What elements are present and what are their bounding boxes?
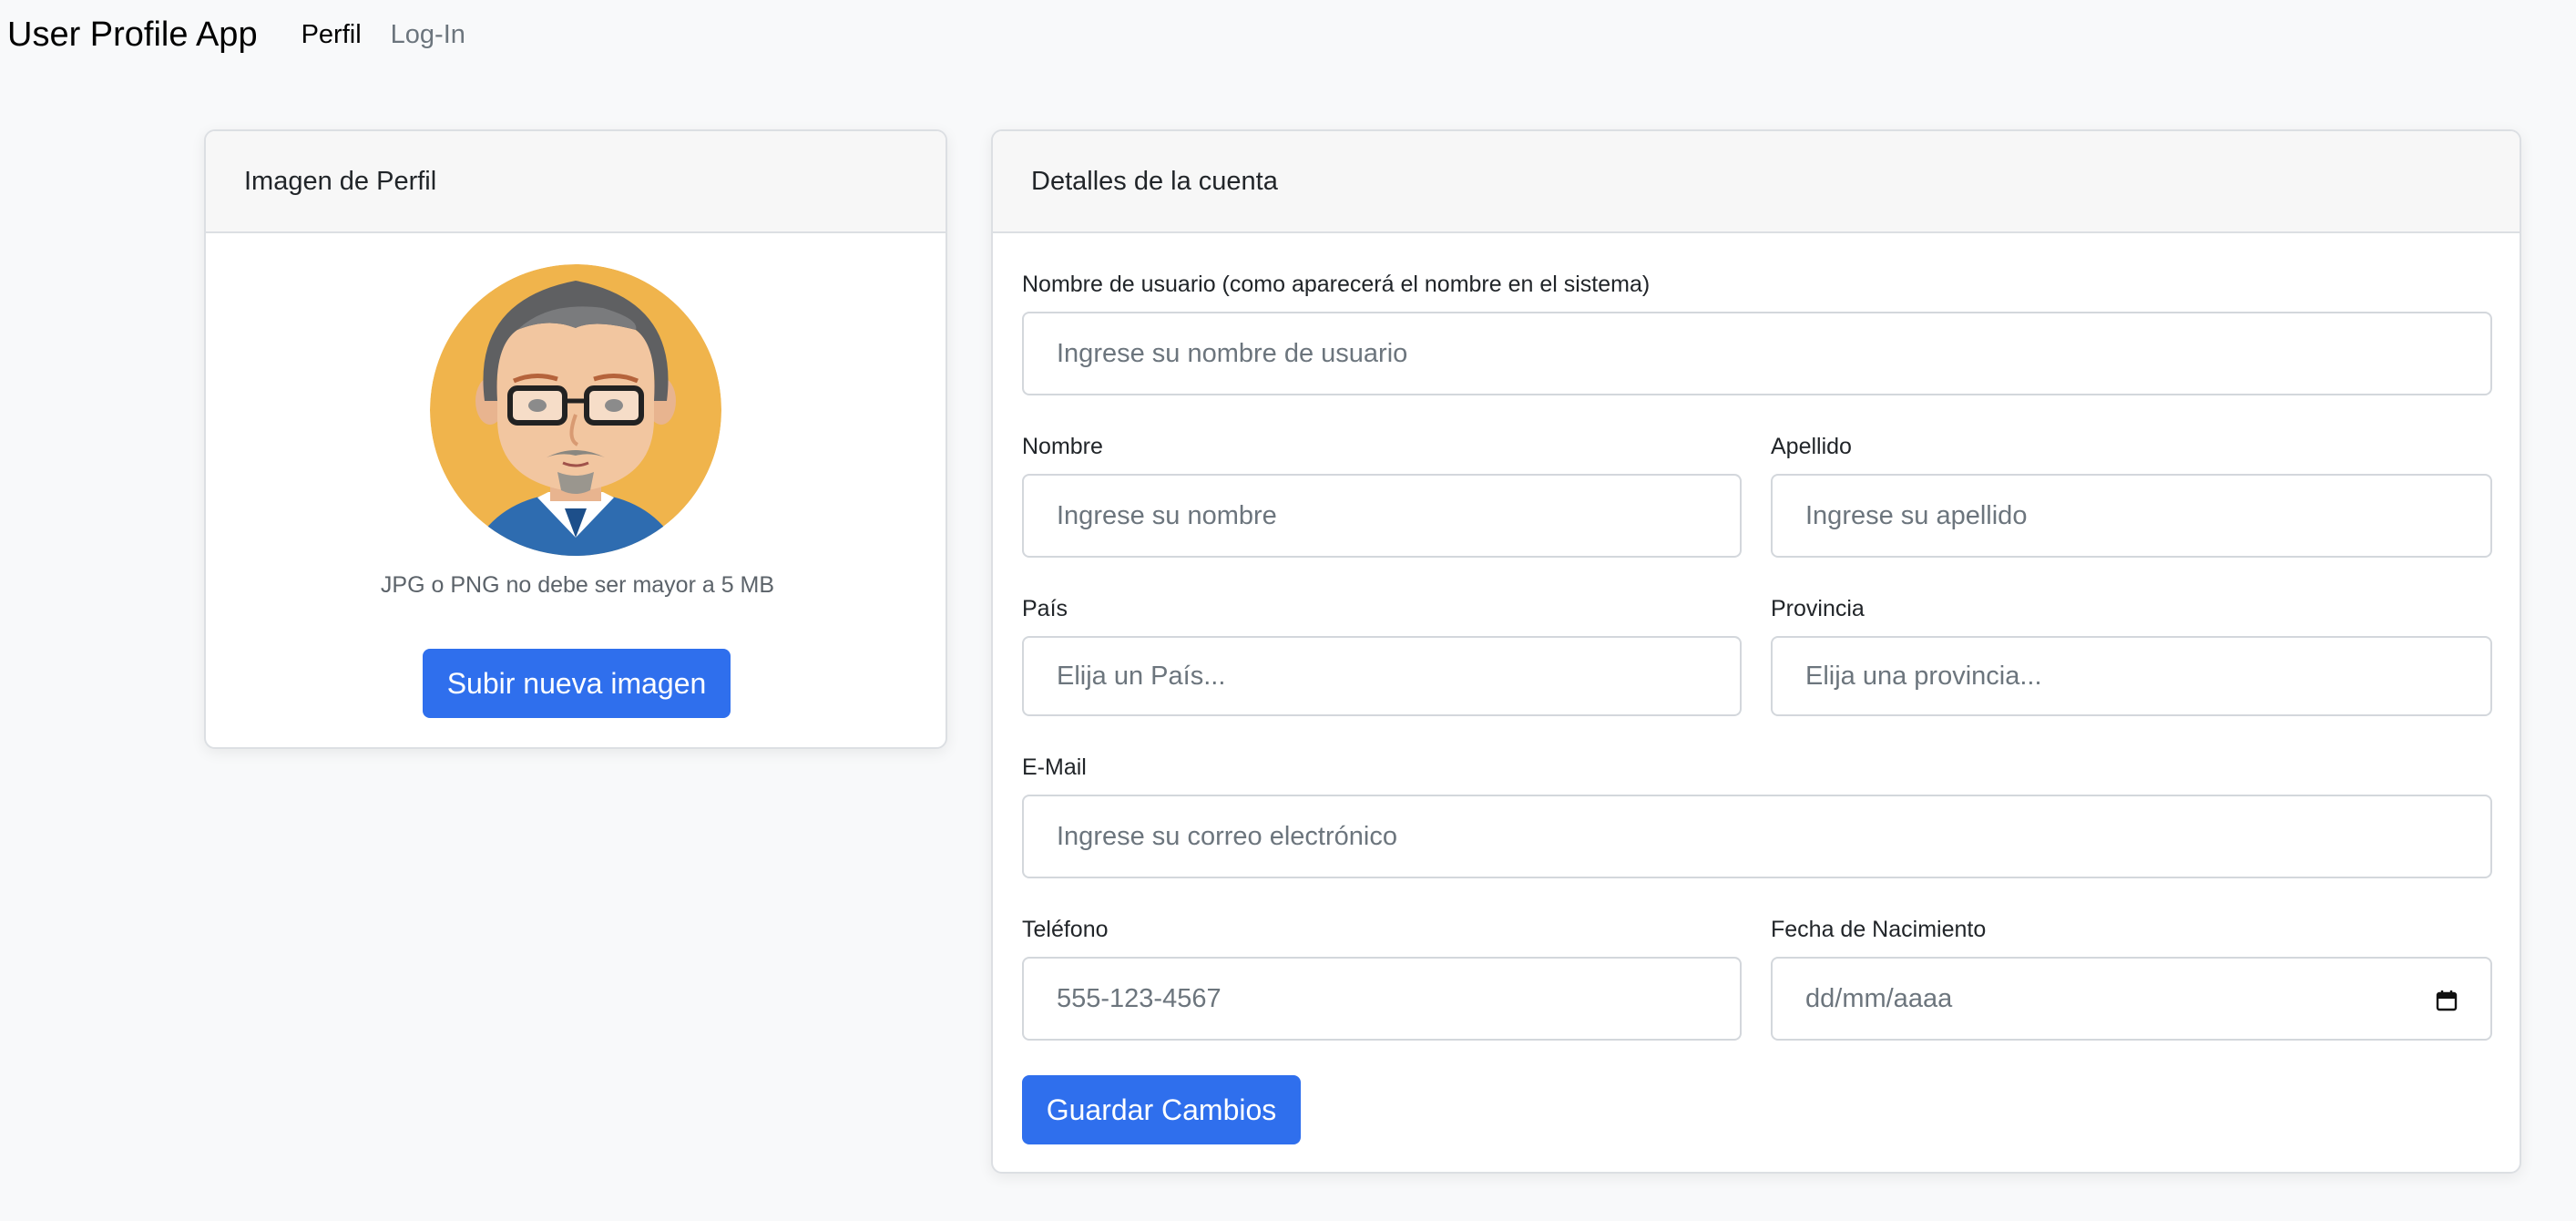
nav-link-perfil[interactable]: Perfil [302, 20, 362, 50]
email-label: E-Mail [1022, 754, 1087, 780]
email-input[interactable]: Ingrese su correo electrónico [1022, 795, 2492, 878]
province-label: Provincia [1771, 596, 1865, 621]
account-card-header: Detalles de la cuenta [993, 131, 2520, 233]
country-select[interactable]: Elija un País... [1022, 636, 1742, 716]
nav-link-login[interactable]: Log-In [391, 20, 465, 50]
calendar-icon[interactable] [2436, 990, 2458, 1011]
first-name-placeholder: Ingrese su nombre [1057, 500, 1277, 530]
country-placeholder: Elija un País... [1057, 661, 1226, 691]
username-label: Nombre de usuario (como aparecerá el nom… [1022, 272, 1651, 297]
username-placeholder: Ingrese su nombre de usuario [1057, 338, 1408, 368]
save-changes-button[interactable]: Guardar Cambios [1022, 1075, 1301, 1144]
birthdate-label: Fecha de Nacimiento [1771, 917, 1987, 942]
phone-placeholder: 555-123-4567 [1057, 983, 1222, 1013]
phone-input[interactable]: 555-123-4567 [1022, 957, 1742, 1041]
image-size-hint: JPG o PNG no debe ser mayor a 5 MB [380, 572, 775, 598]
last-name-label: Apellido [1771, 434, 1852, 459]
username-input[interactable]: Ingrese su nombre de usuario [1022, 312, 2492, 395]
cartoon-man-avatar-icon [430, 264, 721, 556]
province-select[interactable]: Elija una provincia... [1771, 636, 2492, 716]
email-placeholder: Ingrese su correo electrónico [1057, 821, 1397, 851]
country-label: País [1022, 596, 1068, 621]
last-name-placeholder: Ingrese su apellido [1805, 500, 2028, 530]
birthdate-input[interactable]: dd/mm/aaaa [1771, 957, 2492, 1041]
upload-image-button[interactable]: Subir nueva imagen [423, 649, 731, 718]
app-brand[interactable]: User Profile App [7, 15, 258, 55]
first-name-label: Nombre [1022, 434, 1103, 459]
province-placeholder: Elija una provincia... [1805, 661, 2042, 691]
profile-image-card: Imagen de Perfil JPG o PNG no debe ser m… [204, 129, 947, 749]
first-name-input[interactable]: Ingrese su nombre [1022, 474, 1742, 558]
last-name-input[interactable]: Ingrese su apellido [1771, 474, 2492, 558]
avatar [430, 264, 721, 556]
account-details-card: Detalles de la cuenta Nombre de usuario … [991, 129, 2521, 1174]
birthdate-placeholder: dd/mm/aaaa [1805, 983, 1953, 1013]
phone-label: Teléfono [1022, 917, 1109, 942]
top-navbar: User Profile App Perfil Log-In [0, 0, 2576, 69]
profile-card-header: Imagen de Perfil [206, 131, 946, 233]
